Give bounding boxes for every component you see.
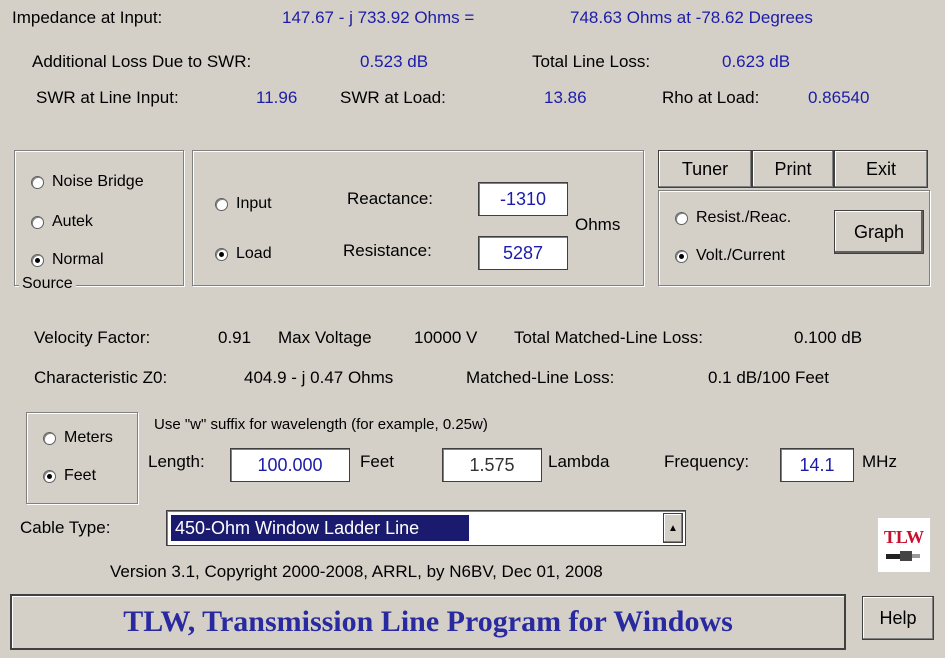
graph-button[interactable]: Graph	[834, 210, 924, 254]
characteristic-z0-label: Characteristic Z0:	[34, 368, 168, 387]
source-noise-bridge-radio[interactable]: Noise Bridge	[31, 173, 144, 191]
radio-icon	[215, 197, 228, 211]
impedance-entry-group: Input Load Reactance: Resistance: Ohms	[192, 150, 644, 286]
lambda-input[interactable]: 1.575	[442, 448, 542, 482]
reactance-input[interactable]: -1310	[478, 182, 568, 216]
app-banner: TLW, Transmission Line Program for Windo…	[10, 594, 846, 650]
radio-icon	[43, 431, 56, 445]
cable-type-label: Cable Type:	[20, 518, 111, 537]
load-radio[interactable]: Load	[215, 245, 272, 263]
help-button[interactable]: Help	[862, 596, 934, 640]
print-button[interactable]: Print	[752, 150, 834, 188]
version-text: Version 3.1, Copyright 2000-2008, ARRL, …	[110, 562, 603, 581]
radio-icon	[31, 215, 44, 229]
cable-type-selected: 450-Ohm Window Ladder Line	[171, 515, 469, 541]
wavelength-hint: Use "w" suffix for wavelength (for examp…	[154, 416, 488, 433]
resist-reac-radio[interactable]: Resist./Reac.	[675, 209, 791, 227]
swr-load-label: SWR at Load:	[340, 88, 446, 107]
total-matched-loss-label: Total Matched-Line Loss:	[514, 328, 703, 347]
matched-loss-label: Matched-Line Loss:	[466, 368, 615, 387]
feet-radio[interactable]: Feet	[43, 467, 96, 485]
radio-selected-icon	[43, 469, 56, 483]
cable-plug-icon	[886, 550, 920, 561]
radio-icon	[675, 211, 688, 225]
rho-label: Rho at Load:	[662, 88, 760, 107]
additional-loss-label: Additional Loss Due to SWR:	[32, 52, 252, 71]
impedance-magnitude: 748.63 Ohms at -78.62 Degrees	[570, 8, 813, 27]
impedance-value: 147.67 - j 733.92 Ohms =	[282, 8, 475, 27]
source-group: Source Noise Bridge Autek Normal	[14, 150, 184, 293]
swr-load-value: 13.86	[544, 88, 587, 107]
tuner-button[interactable]: Tuner	[658, 150, 752, 188]
velocity-factor-value: 0.91	[218, 328, 252, 347]
source-autek-radio[interactable]: Autek	[31, 213, 93, 231]
cable-type-select[interactable]: 450-Ohm Window Ladder Line ▲	[166, 510, 686, 546]
volt-current-radio[interactable]: Volt./Current	[675, 247, 785, 265]
length-units-group: Meters Feet	[26, 412, 138, 504]
radio-selected-icon	[215, 247, 228, 261]
radio-icon	[31, 175, 44, 189]
reactance-label: Reactance:	[347, 189, 433, 208]
resistance-label: Resistance:	[343, 241, 432, 260]
swr-input-label: SWR at Line Input:	[36, 88, 179, 107]
input-radio[interactable]: Input	[215, 195, 272, 213]
length-unit-label: Feet	[360, 452, 395, 471]
exit-button[interactable]: Exit	[834, 150, 928, 188]
radio-selected-icon	[675, 249, 688, 263]
source-legend: Source	[19, 275, 76, 293]
dropdown-arrow-icon[interactable]: ▲	[663, 513, 683, 543]
source-normal-radio[interactable]: Normal	[31, 251, 104, 269]
tlw-logo: TLW	[878, 518, 930, 572]
length-input[interactable]: 100.000	[230, 448, 350, 482]
max-voltage-value: 10000 V	[414, 328, 478, 347]
frequency-unit: MHz	[862, 452, 897, 471]
lambda-label: Lambda	[548, 452, 610, 471]
total-loss-label: Total Line Loss:	[532, 52, 651, 71]
frequency-label: Frequency:	[664, 452, 750, 471]
radio-selected-icon	[31, 253, 44, 267]
swr-input-value: 11.96	[256, 88, 298, 107]
characteristic-z0-value: 404.9 - j 0.47 Ohms	[244, 368, 394, 387]
additional-loss-value: 0.523 dB	[360, 52, 429, 71]
resistance-input[interactable]: 5287	[478, 236, 568, 270]
velocity-factor-label: Velocity Factor:	[34, 328, 151, 347]
meters-radio[interactable]: Meters	[43, 429, 113, 447]
total-loss-value: 0.623 dB	[722, 52, 791, 71]
ohms-label: Ohms	[575, 215, 621, 234]
rho-value: 0.86540	[808, 88, 870, 107]
impedance-label: Impedance at Input:	[12, 8, 163, 27]
length-label: Length:	[148, 452, 205, 471]
frequency-input[interactable]: 14.1	[780, 448, 854, 482]
total-matched-loss-value: 0.100 dB	[794, 328, 863, 347]
matched-loss-value: 0.1 dB/100 Feet	[708, 368, 829, 387]
max-voltage-label: Max Voltage	[278, 328, 372, 347]
